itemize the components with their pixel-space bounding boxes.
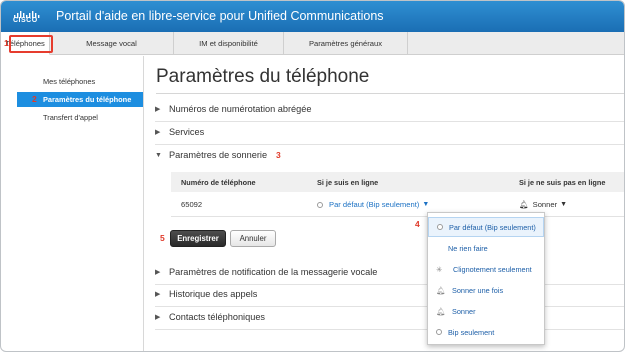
bell-icon: 🔔︎ bbox=[519, 200, 529, 209]
section-label: Contacts téléphoniques bbox=[169, 312, 266, 322]
option-label: Ne rien faire bbox=[448, 243, 488, 253]
flash-icon: ✳ bbox=[436, 264, 443, 274]
sun-icon bbox=[436, 329, 442, 335]
step-marker-3: 3 bbox=[276, 150, 281, 160]
divider bbox=[155, 144, 624, 145]
divider bbox=[155, 121, 624, 122]
step-marker-1: 1 bbox=[4, 38, 9, 48]
expand-arrow-icon: ▶ bbox=[155, 314, 161, 321]
sidebar-item-call-forwarding[interactable]: Transfert d'appel bbox=[17, 110, 143, 125]
column-header-offline: Si je ne suis pas en ligne bbox=[519, 178, 606, 187]
option-label: Clignotement seulement bbox=[453, 264, 532, 274]
logo-wordmark: CISCO bbox=[13, 17, 38, 24]
section-ring-settings[interactable]: ▼ Paramètres de sonnerie bbox=[155, 150, 267, 160]
sun-icon bbox=[317, 201, 323, 208]
online-ring-select[interactable]: Par défaut (Bip seulement) ▼ bbox=[317, 200, 429, 209]
section-phone-contacts[interactable]: ▶ Contacts téléphoniques bbox=[155, 312, 265, 322]
divider bbox=[155, 306, 624, 307]
dropdown-option-flash-only[interactable]: ✳ Clignotement seulement bbox=[428, 259, 544, 279]
expand-arrow-icon: ▶ bbox=[155, 291, 161, 298]
step-marker-4: 4 bbox=[415, 219, 420, 229]
expand-arrow-icon: ▶ bbox=[155, 129, 161, 136]
bell-icon: 🔔︎ bbox=[436, 306, 446, 316]
tab-bar: Téléphones Message vocal IM et disponibi… bbox=[1, 32, 624, 55]
divider bbox=[155, 284, 624, 285]
tab-highlight-box bbox=[9, 35, 53, 53]
page-title: Paramètres du téléphone bbox=[156, 66, 370, 87]
dropdown-option-default[interactable]: Par défaut (Bip seulement) bbox=[428, 217, 544, 237]
offline-ring-value: Sonner bbox=[532, 200, 558, 209]
column-header-number: Numéro de téléphone bbox=[181, 178, 256, 187]
offline-ring-select[interactable]: 🔔︎ Sonner ▼ bbox=[519, 200, 567, 209]
divider bbox=[155, 329, 624, 330]
section-speed-dials[interactable]: ▶ Numéros de numérotation abrégée bbox=[155, 104, 312, 114]
column-header-online: Si je suis en ligne bbox=[317, 178, 379, 187]
tab-im-presence[interactable]: IM et disponibilité bbox=[174, 32, 284, 55]
option-label: Par défaut (Bip seulement) bbox=[449, 222, 536, 232]
tab-voicemail[interactable]: Message vocal bbox=[50, 32, 174, 55]
section-label: Services bbox=[169, 127, 205, 137]
section-label: Paramètres de sonnerie bbox=[169, 150, 268, 160]
expand-arrow-icon: ▶ bbox=[155, 106, 161, 113]
section-label: Paramètres de notification de la message… bbox=[169, 267, 378, 277]
section-call-history[interactable]: ▶ Historique des appels bbox=[155, 289, 257, 299]
save-button[interactable]: Enregistrer bbox=[170, 230, 226, 247]
option-label: Bip seulement bbox=[448, 327, 495, 337]
chevron-down-icon: ▼ bbox=[560, 201, 568, 208]
bell-icon: 🔔︎ bbox=[436, 285, 446, 295]
portal-title: Portail d'aide en libre-service pour Uni… bbox=[56, 9, 384, 23]
ring-options-dropdown: Par défaut (Bip seulement) Ne rien faire… bbox=[427, 212, 545, 345]
sun-icon bbox=[437, 224, 443, 230]
dropdown-option-ring-once[interactable]: 🔔︎ Sonner une fois bbox=[428, 280, 544, 300]
section-voicemail-notification[interactable]: ▶ Paramètres de notification de la messa… bbox=[155, 267, 377, 277]
header-bar: CISCO Portail d'aide en libre-service po… bbox=[1, 1, 624, 32]
dropdown-option-beep-only[interactable]: Bip seulement bbox=[428, 322, 544, 342]
step-marker-5: 5 bbox=[160, 233, 165, 243]
app-window: CISCO Portail d'aide en libre-service po… bbox=[0, 0, 625, 352]
ring-table-header: Numéro de téléphone Si je suis en ligne … bbox=[171, 172, 624, 192]
chevron-down-icon: ▼ bbox=[422, 201, 430, 208]
option-label: Sonner une fois bbox=[452, 285, 504, 295]
section-services[interactable]: ▶ Services bbox=[155, 127, 204, 137]
sidebar-item-my-phones[interactable]: Mes téléphones bbox=[17, 74, 143, 89]
table-row: 65092 Par défaut (Bip seulement) ▼ 🔔︎ So… bbox=[171, 192, 624, 217]
collapse-arrow-icon: ▼ bbox=[155, 151, 162, 159]
dropdown-option-do-nothing[interactable]: Ne rien faire bbox=[428, 238, 544, 258]
section-label: Historique des appels bbox=[169, 289, 258, 299]
cancel-button[interactable]: Annuler bbox=[230, 230, 276, 247]
divider bbox=[156, 93, 624, 94]
expand-arrow-icon: ▶ bbox=[155, 269, 161, 276]
dropdown-option-ring[interactable]: 🔔︎ Sonner bbox=[428, 301, 544, 321]
phone-number: 65092 bbox=[181, 200, 203, 209]
option-label: Sonner bbox=[452, 306, 476, 316]
step-marker-2: 2 bbox=[32, 94, 37, 104]
tab-general-settings[interactable]: Paramètres généraux bbox=[284, 32, 408, 55]
online-ring-value: Par défaut (Bip seulement) bbox=[329, 200, 420, 209]
sidebar: Mes téléphones Paramètres du téléphone T… bbox=[1, 56, 144, 351]
section-label: Numéros de numérotation abrégée bbox=[169, 104, 312, 114]
